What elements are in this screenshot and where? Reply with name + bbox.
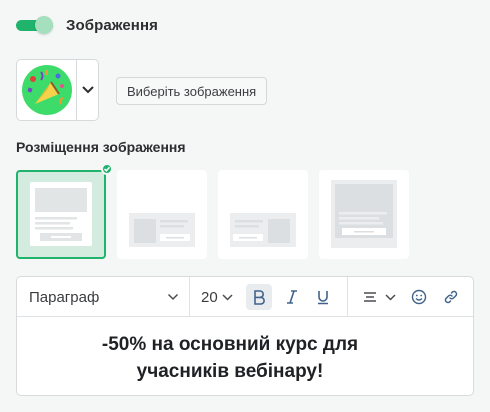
underline-button[interactable] <box>310 284 336 310</box>
toolbar-divider <box>347 277 348 317</box>
layout-option-image-background[interactable] <box>319 170 409 259</box>
layout-option-image-right[interactable] <box>218 170 308 259</box>
image-thumbnail <box>17 60 77 120</box>
toggle-knob <box>35 16 53 34</box>
selected-check-icon <box>101 163 113 175</box>
content-line: -50% на основний курс для <box>101 334 359 355</box>
layout-image-top-preview <box>30 182 92 246</box>
chevron-down-icon <box>167 293 179 301</box>
image-toggle-row: Зображення <box>16 14 158 36</box>
editor-content[interactable]: -50% на основний курс для учасників вебі… <box>17 331 443 385</box>
layout-image-background-preview <box>331 180 397 248</box>
underline-icon <box>318 291 328 305</box>
chevron-down-icon <box>385 293 396 301</box>
link-button[interactable] <box>438 284 464 310</box>
party-popper-image <box>21 65 72 115</box>
layout-image-right-preview <box>230 213 296 247</box>
smiley-icon <box>411 289 427 305</box>
font-size-value: 20 <box>201 288 218 306</box>
choose-image-button[interactable]: Виберіть зображення <box>116 77 268 105</box>
image-toggle[interactable] <box>16 14 53 36</box>
italic-icon <box>287 290 297 304</box>
align-select[interactable] <box>363 277 399 317</box>
layout-option-image-top[interactable] <box>16 170 106 259</box>
font-size-select[interactable]: 20 <box>201 277 239 317</box>
image-dropdown-button[interactable] <box>77 60 98 120</box>
layout-option-image-left[interactable] <box>117 170 207 259</box>
link-icon <box>444 290 458 304</box>
paragraph-style-value: Параграф <box>29 288 100 306</box>
toolbar-divider <box>189 277 190 317</box>
bold-icon <box>254 290 265 305</box>
chevron-down-icon <box>222 293 233 301</box>
italic-button[interactable] <box>279 284 305 310</box>
align-center-icon <box>364 292 376 302</box>
paragraph-style-select[interactable]: Параграф <box>29 277 189 317</box>
chevron-down-icon <box>82 86 93 94</box>
placement-title: Розміщення зображення <box>16 139 186 155</box>
rich-text-editor: Параграф 20 -50% на основний курс для уч… <box>16 276 474 396</box>
emoji-button[interactable] <box>406 284 432 310</box>
editor-toolbar: Параграф 20 <box>17 277 473 317</box>
image-toggle-label: Зображення <box>66 16 158 34</box>
layout-image-left-preview <box>129 213 195 247</box>
image-picker[interactable] <box>16 59 99 121</box>
bold-button[interactable] <box>246 284 272 310</box>
content-line: учасників вебінару! <box>136 361 324 382</box>
